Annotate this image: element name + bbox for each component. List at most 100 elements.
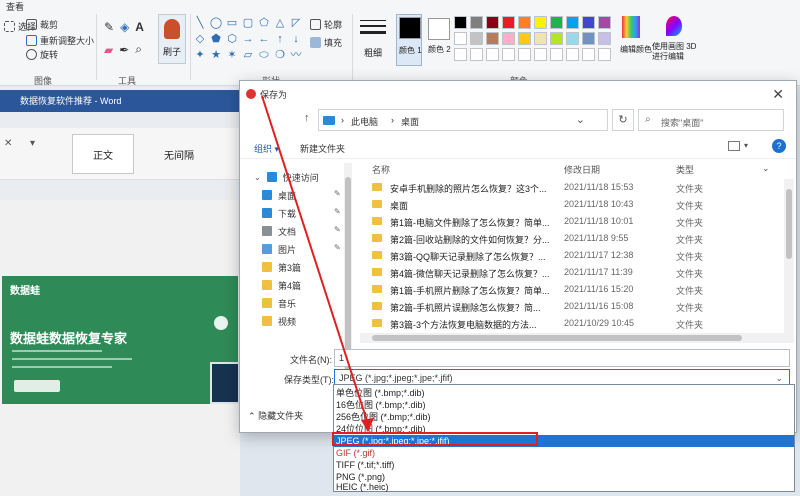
- help-icon[interactable]: ?: [772, 139, 786, 153]
- shape-oval-icon[interactable]: ◯: [209, 16, 223, 30]
- shape-diamond-icon[interactable]: ◇: [193, 32, 207, 46]
- palette-swatch[interactable]: [486, 32, 499, 45]
- nav-downloads[interactable]: 下载: [262, 205, 296, 221]
- shape-arrow-left-icon[interactable]: ←: [257, 32, 271, 46]
- dropdown-option[interactable]: HEIC (*.heic): [334, 481, 794, 493]
- up-arrow-icon[interactable]: ↑: [304, 112, 310, 124]
- shape-callout-icon[interactable]: ▱: [241, 48, 255, 62]
- table-row[interactable]: 第3篇-QQ聊天记录删除了怎么恢复？... 2021/11/17 12:38 文…: [360, 247, 782, 264]
- size-button[interactable]: [360, 16, 386, 46]
- hide-folders-toggle[interactable]: ⌃ 隐藏文件夹: [248, 409, 303, 422]
- palette-swatch[interactable]: [502, 48, 515, 61]
- palette-swatch[interactable]: [454, 32, 467, 45]
- shape-triangle-icon[interactable]: △: [273, 16, 287, 30]
- palette-swatch[interactable]: [566, 48, 579, 61]
- table-row[interactable]: 第2篇-回收站删除的文件如何恢复？分... 2021/11/18 9:55 文件…: [360, 230, 782, 247]
- table-row[interactable]: 第4篇-微信聊天记录删除了怎么恢复？... 2021/11/17 11:39 文…: [360, 264, 782, 281]
- dropdown-option[interactable]: 16色位图 (*.bmp;*.dib): [334, 399, 794, 411]
- shape-arrow-up-icon[interactable]: ↑: [273, 32, 287, 46]
- close-icon[interactable]: ✕: [4, 138, 12, 149]
- style-normal[interactable]: 正文: [72, 134, 134, 174]
- dropdown-option[interactable]: GIF (*.gif): [334, 447, 794, 459]
- resize-button[interactable]: 重新调整大小: [26, 34, 94, 47]
- shape-hexagon-icon[interactable]: ⬡: [225, 32, 239, 46]
- dropdown-option[interactable]: 单色位图 (*.bmp;*.dib): [334, 387, 794, 399]
- table-row[interactable]: 安卓手机删除的照片怎么恢复？这3个... 2021/11/18 15:53 文件…: [360, 179, 782, 196]
- dropdown-option[interactable]: 256色位图 (*.bmp;*.dib): [334, 411, 794, 423]
- view-menu[interactable]: 查看: [6, 0, 24, 13]
- palette-swatch[interactable]: [534, 32, 547, 45]
- address-bar[interactable]: › 此电脑 › 桌面 ⌄: [318, 109, 608, 131]
- brushes-button[interactable]: 刷子: [158, 14, 186, 64]
- fill-button[interactable]: 填充: [310, 36, 342, 49]
- fill-icon[interactable]: ◈: [120, 20, 129, 34]
- shape-line-icon[interactable]: ╲: [193, 16, 207, 30]
- search-input[interactable]: ⌕ 搜索"桌面": [638, 109, 784, 131]
- table-row[interactable]: 第1篇-电脑文件删除了怎么恢复？简单... 2021/11/18 10:01 文…: [360, 213, 782, 230]
- view-dropdown-icon[interactable]: ▾: [744, 141, 748, 150]
- shape-arrow-down-icon[interactable]: ↓: [289, 32, 303, 46]
- shape-oval-callout-icon[interactable]: ⬭: [257, 48, 271, 62]
- palette-swatch[interactable]: [550, 16, 563, 29]
- magnifier-icon[interactable]: ⌕: [135, 42, 142, 57]
- promo-button[interactable]: [14, 380, 60, 392]
- column-header-date[interactable]: 修改日期: [564, 163, 600, 176]
- eraser-icon[interactable]: ▰: [104, 43, 113, 57]
- shape-rect-icon[interactable]: ▭: [225, 16, 239, 30]
- shape-righttriangle-icon[interactable]: ◸: [289, 16, 303, 30]
- table-row[interactable]: 第3篇-3个方法恢复电脑数据的方法... 2021/10/29 10:45 文件…: [360, 315, 782, 332]
- palette-swatch[interactable]: [470, 32, 483, 45]
- palette-swatch[interactable]: [470, 48, 483, 61]
- shape-pentagon-icon[interactable]: ⬟: [209, 32, 223, 46]
- shape-curve-icon[interactable]: 〰: [289, 48, 303, 62]
- view-options-icon[interactable]: [728, 141, 740, 151]
- shape-cloud-icon[interactable]: ❍: [273, 48, 287, 62]
- dropdown-icon[interactable]: ▾: [30, 138, 35, 149]
- shape-arrow-right-icon[interactable]: →: [241, 32, 255, 46]
- new-folder-button[interactable]: 新建文件夹: [300, 142, 345, 155]
- pencil-icon[interactable]: ✎: [104, 20, 114, 34]
- palette-swatch[interactable]: [518, 16, 531, 29]
- shape-star5-icon[interactable]: ★: [209, 48, 223, 62]
- nav-scrollbar-thumb[interactable]: [345, 177, 351, 377]
- nav-desktop[interactable]: 桌面: [262, 187, 296, 203]
- color1-button[interactable]: 颜色 1: [396, 14, 422, 66]
- crop-button[interactable]: 裁剪: [26, 18, 58, 31]
- palette-swatch[interactable]: [502, 16, 515, 29]
- palette-swatch[interactable]: [598, 48, 611, 61]
- palette-swatch[interactable]: [486, 16, 499, 29]
- color2-button[interactable]: 颜色 2: [426, 14, 452, 66]
- table-row[interactable]: 第2篇-手机照片误删除怎么恢复？简... 2021/11/16 15:08 文件…: [360, 298, 782, 315]
- shape-roundrect-icon[interactable]: ▢: [241, 16, 255, 30]
- nav-scrollbar[interactable]: [344, 163, 352, 403]
- rotate-button[interactable]: 旋转: [26, 48, 58, 61]
- nav-video[interactable]: 视频: [262, 313, 296, 329]
- dropdown-option[interactable]: TIFF (*.tif;*.tiff): [334, 459, 794, 471]
- edit-colors-button[interactable]: 编辑颜色: [618, 14, 652, 66]
- palette-swatch[interactable]: [598, 16, 611, 29]
- paint3d-button[interactable]: 使用画图 3D 进行编辑: [650, 14, 698, 66]
- palette-swatch[interactable]: [518, 32, 531, 45]
- style-no-spacing[interactable]: 无间隔: [148, 134, 210, 174]
- table-row[interactable]: 桌面 2021/11/18 10:43 文件夹: [360, 196, 782, 213]
- nav-folder[interactable]: 第3篇: [262, 259, 301, 275]
- column-header-type[interactable]: 类型: [676, 163, 694, 176]
- palette-swatch[interactable]: [454, 16, 467, 29]
- refresh-button[interactable]: ↻: [612, 109, 634, 131]
- palette-swatch[interactable]: [518, 48, 531, 61]
- palette-swatch[interactable]: [566, 32, 579, 45]
- column-header-name[interactable]: 名称: [372, 163, 390, 176]
- organize-button[interactable]: 组织 ▾: [254, 142, 279, 155]
- close-button[interactable]: ✕: [772, 86, 784, 103]
- palette-swatch[interactable]: [550, 48, 563, 61]
- palette-swatch[interactable]: [534, 48, 547, 61]
- palette-swatch[interactable]: [566, 16, 579, 29]
- horizontal-scrollbar[interactable]: [360, 333, 794, 343]
- palette-swatch[interactable]: [486, 48, 499, 61]
- palette-swatch[interactable]: [454, 48, 467, 61]
- text-icon[interactable]: A: [135, 20, 144, 34]
- palette-swatch[interactable]: [582, 32, 595, 45]
- palette-swatch[interactable]: [470, 16, 483, 29]
- breadcrumb-this-pc[interactable]: 此电脑: [351, 115, 378, 128]
- outline-button[interactable]: 轮廓: [310, 18, 342, 31]
